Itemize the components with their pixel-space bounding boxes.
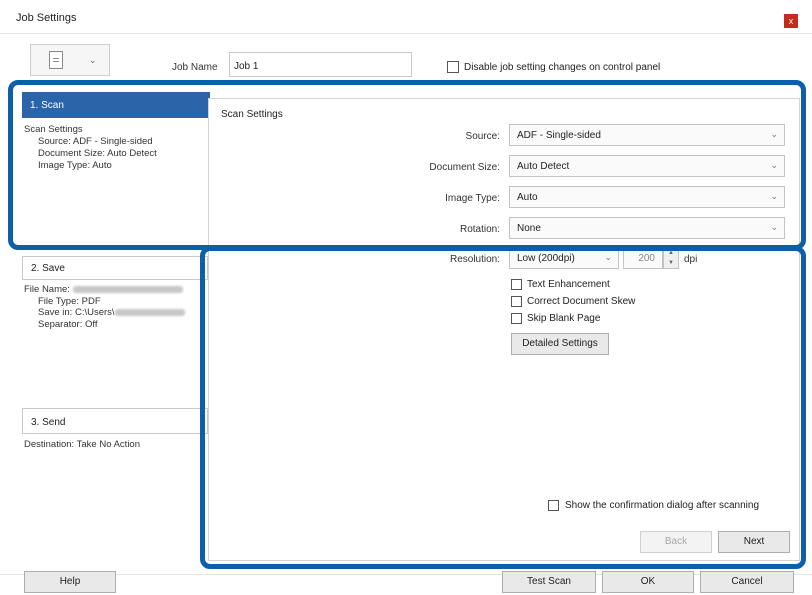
chevron-down-icon: ⌄ bbox=[770, 129, 778, 139]
spin-down-icon[interactable]: ▼ bbox=[664, 258, 678, 268]
detailed-settings-button[interactable]: Detailed Settings bbox=[511, 333, 609, 355]
source-select[interactable]: ADF - Single-sided ⌄ bbox=[509, 124, 785, 146]
skip-blank-checkbox[interactable] bbox=[511, 313, 522, 324]
ok-button[interactable]: OK bbox=[602, 571, 694, 593]
document-size-value: Auto Detect bbox=[517, 161, 570, 172]
confirmation-dialog-checkbox[interactable] bbox=[548, 500, 559, 511]
text-enhancement-label: Text Enhancement bbox=[527, 279, 610, 290]
correct-skew-checkbox[interactable] bbox=[511, 296, 522, 307]
help-button[interactable]: Help bbox=[24, 571, 116, 593]
correct-skew-label: Correct Document Skew bbox=[527, 296, 636, 307]
scan-summary-title: Scan Settings bbox=[24, 124, 83, 135]
document-size-select[interactable]: Auto Detect ⌄ bbox=[509, 155, 785, 177]
send-summary-destination: Destination: Take No Action bbox=[24, 439, 141, 450]
job-name-input[interactable]: Job 1 bbox=[229, 52, 412, 77]
disable-job-changes-label: Disable job setting changes on control p… bbox=[464, 62, 661, 73]
chevron-down-icon: ⌄ bbox=[604, 252, 612, 262]
document-size-label: Document Size: bbox=[429, 162, 500, 173]
test-scan-button[interactable]: Test Scan bbox=[502, 571, 596, 593]
window-title: Job Settings bbox=[16, 12, 77, 24]
save-summary-file-type: File Type: PDF bbox=[38, 295, 101, 307]
rotation-label: Rotation: bbox=[459, 224, 500, 235]
chevron-down-icon: ⌄ bbox=[770, 222, 778, 232]
step-scan-pointer bbox=[190, 92, 208, 118]
scan-summary-document-size: Document Size: Auto Detect bbox=[38, 148, 157, 159]
resolution-select[interactable]: Low (200dpi) ⌄ bbox=[509, 247, 619, 269]
close-button[interactable]: x bbox=[784, 14, 798, 28]
save-summary: File Name: File Type: PDF Save in: C:\Us… bbox=[24, 284, 185, 330]
redacted-text bbox=[114, 308, 185, 316]
source-label: Source: bbox=[465, 131, 500, 142]
job-name-label: Job Name bbox=[172, 62, 218, 73]
save-summary-separator: Separator: Off bbox=[38, 318, 98, 330]
title-bar bbox=[0, 0, 812, 34]
scan-summary: Scan Settings Source: ADF - Single-sided… bbox=[24, 124, 157, 172]
resolution-value: Low (200dpi) bbox=[517, 253, 575, 264]
back-button[interactable]: Back bbox=[640, 531, 712, 553]
step-save[interactable]: 2. Save bbox=[22, 256, 208, 280]
dpi-input[interactable]: 200 bbox=[623, 247, 663, 269]
confirmation-dialog-label: Show the confirmation dialog after scann… bbox=[565, 500, 760, 511]
document-type-dropdown[interactable]: ⌄ bbox=[30, 44, 110, 76]
source-value: ADF - Single-sided bbox=[517, 130, 601, 141]
resolution-label: Resolution: bbox=[449, 254, 500, 265]
skip-blank-label: Skip Blank Page bbox=[527, 313, 601, 324]
rotation-value: None bbox=[517, 223, 541, 234]
next-button[interactable]: Next bbox=[718, 531, 790, 553]
image-type-value: Auto bbox=[517, 192, 538, 203]
save-summary-save-in: Save in: C:\Users\ bbox=[24, 307, 185, 319]
text-enhancement-checkbox[interactable] bbox=[511, 279, 522, 290]
chevron-down-icon: ⌄ bbox=[89, 55, 97, 65]
scan-settings-title: Scan Settings bbox=[221, 109, 283, 120]
image-type-select[interactable]: Auto ⌄ bbox=[509, 186, 785, 208]
scan-summary-image-type: Image Type: Auto bbox=[38, 160, 112, 171]
step-scan[interactable]: 1. Scan bbox=[22, 92, 210, 118]
spin-up-icon[interactable]: ▲ bbox=[664, 248, 678, 258]
document-icon bbox=[49, 51, 63, 69]
rotation-select[interactable]: None ⌄ bbox=[509, 217, 785, 239]
dpi-spinner[interactable]: ▲ ▼ bbox=[663, 247, 679, 269]
dpi-unit: dpi bbox=[684, 254, 698, 265]
chevron-down-icon: ⌄ bbox=[770, 191, 778, 201]
image-type-label: Image Type: bbox=[445, 193, 500, 204]
scan-summary-source: Source: ADF - Single-sided bbox=[38, 136, 153, 147]
redacted-text bbox=[72, 285, 183, 293]
save-summary-file-name: File Name: bbox=[24, 284, 185, 296]
chevron-down-icon: ⌄ bbox=[770, 160, 778, 170]
step-send[interactable]: 3. Send bbox=[22, 408, 208, 434]
disable-job-changes-checkbox[interactable] bbox=[447, 61, 459, 73]
cancel-button[interactable]: Cancel bbox=[700, 571, 794, 593]
